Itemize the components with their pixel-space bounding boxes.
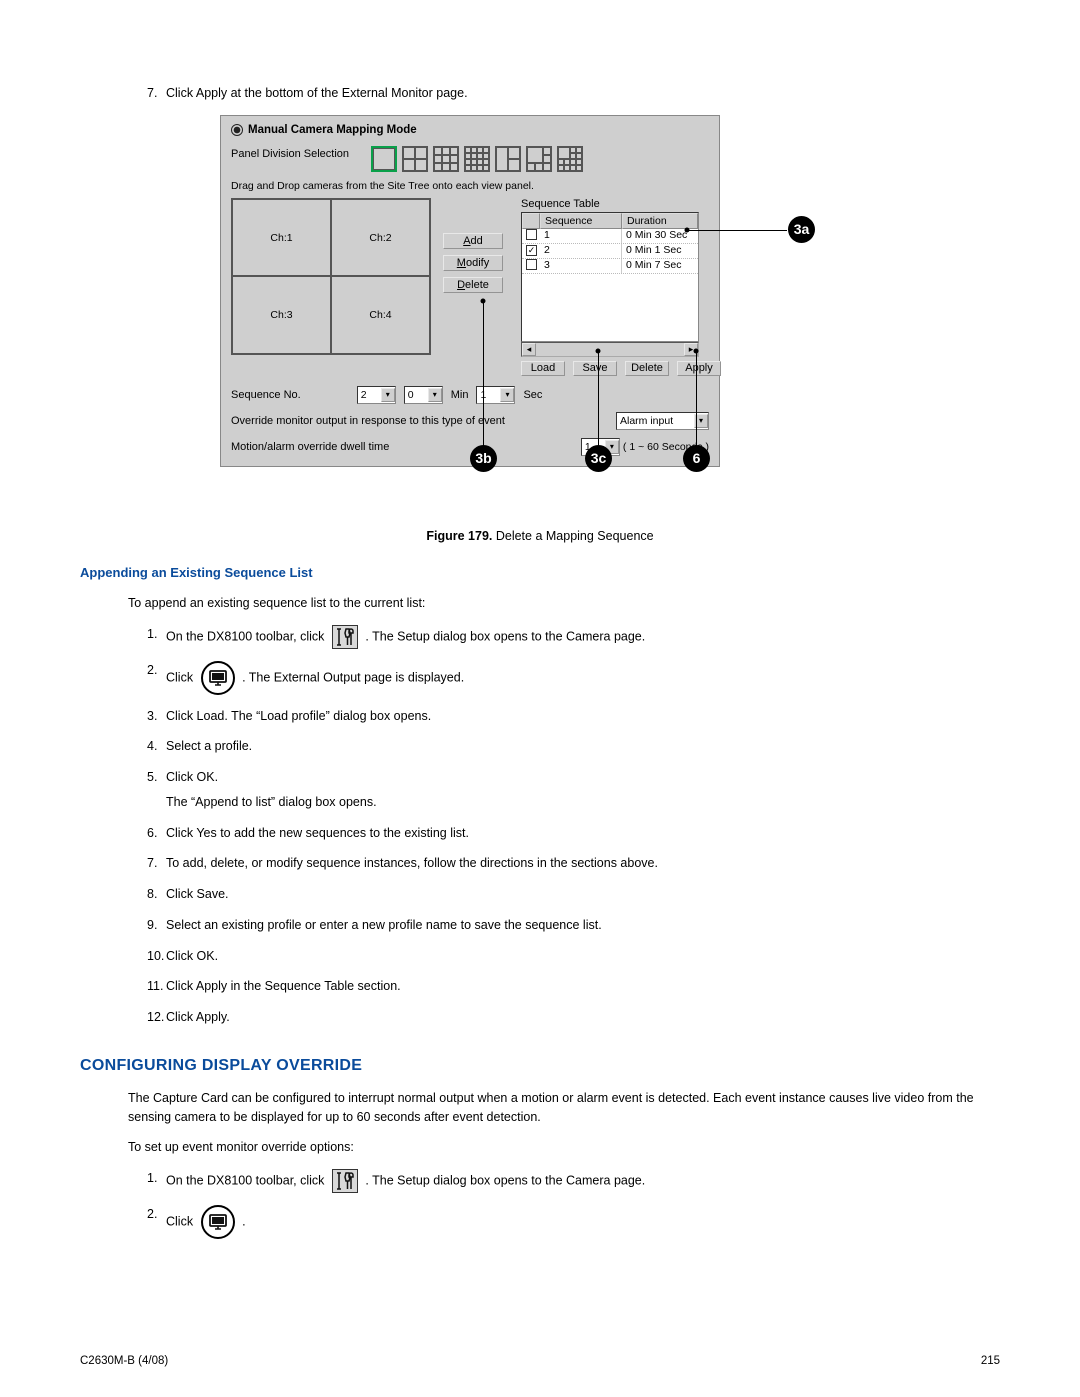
drag-hint: Drag and Drop cameras from the Site Tree… (231, 180, 709, 192)
layout-big2[interactable] (526, 146, 552, 172)
monitor-icon (201, 661, 235, 695)
append-step-10: Click OK. (80, 947, 1000, 966)
append-step-4: Select a profile. (80, 737, 1000, 756)
apply-button[interactable]: Apply (677, 361, 721, 376)
configure-para: The Capture Card can be configured to in… (80, 1089, 1000, 1127)
panel-mode: Manual Camera Mapping Mode (231, 124, 709, 136)
ch3[interactable]: Ch:3 (232, 276, 331, 354)
layout-2x2[interactable] (402, 146, 428, 172)
callout-6: 6 (683, 445, 710, 472)
channel-grid[interactable]: Ch:1 Ch:2 Ch:3 Ch:4 (231, 198, 431, 355)
table-row[interactable]: 10 Min 30 Sec (522, 229, 698, 244)
sequence-table: Sequence Duration 10 Min 30 Sec ✓20 Min … (521, 212, 699, 342)
checkbox-icon[interactable]: ✓ (526, 245, 537, 256)
configure-steps: On the DX8100 toolbar, click . The Setup… (80, 1169, 1000, 1239)
add-button[interactable]: Add (443, 233, 503, 249)
append-step-11: Click Apply in the Sequence Table sectio… (80, 977, 1000, 996)
callout-3c: 3c (585, 445, 612, 472)
seqmin-dd[interactable]: 0▾ (404, 386, 443, 404)
append-steps: On the DX8100 toolbar, click . The Setup… (80, 625, 1000, 1027)
checkbox-icon[interactable] (526, 259, 537, 270)
layout-1x1[interactable] (371, 146, 397, 172)
configure-step-1: On the DX8100 toolbar, click . The Setup… (80, 1169, 1000, 1193)
delete-button[interactable]: Delete (443, 277, 503, 293)
layout-4x4[interactable] (464, 146, 490, 172)
append-step-9: Select an existing profile or enter a ne… (80, 916, 1000, 935)
panel: Manual Camera Mapping Mode Panel Divisio… (220, 115, 720, 467)
ch1[interactable]: Ch:1 (232, 199, 331, 277)
section-configure-title: CONFIGURING DISPLAY OVERRIDE (80, 1057, 1000, 1075)
sequence-no-row: Sequence No. 2▾ 0▾ Min 1▾ Sec (231, 386, 709, 404)
monitor-icon (201, 1205, 235, 1239)
page-footer: C2630M-B (4/08) 215 (80, 1355, 1000, 1367)
table-row[interactable]: 30 Min 7 Sec (522, 259, 698, 274)
table-row[interactable]: ✓20 Min 1 Sec (522, 244, 698, 259)
chevron-down-icon[interactable]: ▾ (500, 388, 514, 402)
append-step-7: To add, delete, or modify sequence insta… (80, 854, 1000, 873)
seq-table-title: Sequence Table (521, 198, 721, 210)
ch4[interactable]: Ch:4 (331, 276, 430, 354)
chevron-down-icon[interactable]: ▾ (428, 388, 442, 402)
layout-big3[interactable] (557, 146, 583, 172)
callout-3b: 3b (470, 445, 497, 472)
footer-right: 215 (981, 1355, 1000, 1367)
append-step-12: Click Apply. (80, 1008, 1000, 1027)
seq-header-seq: Sequence (540, 213, 622, 229)
radio-icon (231, 124, 243, 136)
tools-icon (332, 625, 358, 649)
callout-3a: 3a (788, 216, 815, 243)
append-intro: To append an existing sequence list to t… (80, 594, 1000, 613)
checkbox-icon[interactable] (526, 229, 537, 240)
append-step-5: Click OK. The “Append to list” dialog bo… (80, 768, 1000, 812)
scroll-left-icon[interactable]: ◂ (522, 343, 536, 356)
append-step-6: Click Yes to add the new sequences to th… (80, 824, 1000, 843)
load-button[interactable]: Load (521, 361, 565, 376)
save-button[interactable]: Save (573, 361, 617, 376)
layout-big1[interactable] (495, 146, 521, 172)
figure-diagram: Manual Camera Mapping Mode Panel Divisio… (220, 115, 860, 543)
intro-steps: Click Apply at the bottom of the Externa… (80, 84, 1000, 103)
configure-intro: To set up event monitor override options… (80, 1138, 1000, 1157)
append-step-8: Click Save. (80, 885, 1000, 904)
configure-step-2: Click . (80, 1205, 1000, 1239)
layout-options (371, 146, 583, 172)
append-step-2: Click . The External Output page is disp… (80, 661, 1000, 695)
delete2-button[interactable]: Delete (625, 361, 669, 376)
append-step-3: Click Load. The “Load profile” dialog bo… (80, 707, 1000, 726)
ch2[interactable]: Ch:2 (331, 199, 430, 277)
append-step-1: On the DX8100 toolbar, click . The Setup… (80, 625, 1000, 649)
layout-3x3[interactable] (433, 146, 459, 172)
seqno-dd[interactable]: 2▾ (357, 386, 396, 404)
modify-button[interactable]: Modify (443, 255, 503, 271)
scrollbar[interactable]: ◂ ▸ (521, 342, 699, 357)
override-row: Override monitor output in response to t… (231, 412, 709, 430)
chevron-down-icon[interactable]: ▾ (381, 388, 395, 402)
tools-icon (332, 1169, 358, 1193)
division-row: Panel Division Selection (231, 146, 709, 172)
footer-left: C2630M-B (4/08) (80, 1355, 168, 1367)
figure-caption: Figure 179. Delete a Mapping Sequence (220, 529, 860, 543)
division-label: Panel Division Selection (231, 146, 371, 160)
intro-step-7: Click Apply at the bottom of the Externa… (80, 84, 1000, 103)
section-appending-title: Appending an Existing Sequence List (80, 565, 1000, 580)
